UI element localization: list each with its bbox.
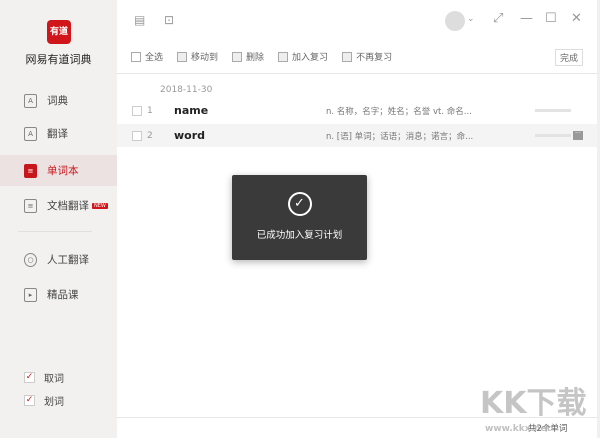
row-checkbox[interactable] <box>132 130 142 141</box>
action-label: 移动到 <box>191 53 219 63</box>
checkbox-checked-icon: ✓ <box>24 395 35 406</box>
sidebar-item-label: 精品课 <box>47 289 79 301</box>
sidebar-item-doc-translate[interactable]: ≡ 文档翻译 NEW <box>0 190 117 221</box>
checkbox-icon <box>131 51 141 62</box>
proficiency-bar <box>535 109 571 112</box>
screenshot-icon[interactable]: ⊡ <box>164 13 176 27</box>
definition: n. 名称，名字；姓名；名誉 vt. 命名... <box>326 106 472 117</box>
stop-review-button[interactable]: 不再复习 <box>342 50 392 63</box>
action-label: 删除 <box>246 53 265 63</box>
sidebar-item-label: 词典 <box>47 95 68 107</box>
delete-button[interactable]: 删除 <box>232 50 264 63</box>
folder-icon <box>177 51 188 62</box>
date-heading: 2018-11-30 <box>160 85 213 95</box>
app-name: 网易有道词典 <box>25 53 92 66</box>
row-checkbox[interactable] <box>132 105 142 116</box>
row-number: 2 <box>147 130 153 141</box>
dictionary-icon: A <box>24 93 37 108</box>
success-toast: ✓ 已成功加入复习计划 <box>232 175 367 260</box>
wordbook-icon: ≡ <box>24 163 37 178</box>
avatar[interactable] <box>445 11 465 31</box>
watermark-url: www.kkx.net <box>485 424 551 434</box>
document-icon: ≡ <box>24 198 37 213</box>
sidebar-item-label: 人工翻译 <box>47 254 89 266</box>
toast-message: 已成功加入复习计划 <box>256 230 343 241</box>
play-icon: ▸ <box>24 287 37 302</box>
select-word-toggle[interactable]: ✓ 划词 <box>24 393 64 408</box>
more-icon[interactable]: ··· <box>573 131 583 140</box>
checkbox-checked-icon: ✓ <box>24 372 35 383</box>
sidebar-item-human-translate[interactable]: ○ 人工翻译 <box>0 244 117 275</box>
check-circle-icon: ✓ <box>287 192 312 216</box>
move-to-button[interactable]: 移动到 <box>177 50 218 63</box>
action-label: 不再复习 <box>356 53 393 63</box>
table-row[interactable]: 1 name n. 名称，名字；姓名；名誉 vt. 命名... <box>117 99 597 122</box>
capture-word-toggle[interactable]: ✓ 取词 <box>24 370 64 385</box>
proficiency-bar <box>535 134 571 137</box>
close-button[interactable]: ✕ <box>571 11 582 26</box>
sidebar-item-wordbook[interactable]: ≡ 单词本 <box>0 155 117 186</box>
word: name <box>174 104 209 117</box>
action-label: 全选 <box>145 53 164 63</box>
sidebar-item-label: 单词本 <box>47 165 79 177</box>
checkbox-label: 取词 <box>44 374 64 385</box>
watermark: KK下载 <box>480 386 587 421</box>
maximize-button[interactable]: ☐ <box>545 11 557 26</box>
app-logo: 有道 <box>47 20 71 44</box>
sidebar-item-courses[interactable]: ▸ 精品课 <box>0 279 117 310</box>
done-button[interactable]: 完成 <box>555 49 584 66</box>
sidebar-item-label: 文档翻译 <box>47 200 89 212</box>
action-label: 加入复习 <box>292 53 329 63</box>
sidebar-item-translate[interactable]: A 翻译 <box>0 118 117 149</box>
select-all-button[interactable]: 全选 <box>131 50 163 63</box>
headset-icon: ○ <box>24 252 37 267</box>
divider <box>117 73 597 74</box>
sidebar-divider <box>18 231 92 232</box>
translate-icon: A <box>24 126 37 141</box>
sidebar: 有道 网易有道词典 A 词典 A 翻译 ≡ 单词本 ≡ 文档翻译 NEW ○ 人工翻译 ▸ 精… <box>0 0 117 438</box>
definition: n. [语] 单词；话语；消息；诺言；命... <box>326 131 474 142</box>
mini-mode-icon[interactable]: ⤢ <box>493 11 503 26</box>
minimize-button[interactable]: — <box>520 11 533 26</box>
new-badge: NEW <box>92 202 108 209</box>
sidebar-item-label: 翻译 <box>47 128 68 140</box>
account-dropdown-icon[interactable]: ⌄ <box>467 14 475 24</box>
checkbox-label: 划词 <box>44 397 64 408</box>
table-row[interactable]: 2 word n. [语] 单词；话语；消息；诺言；命... ··· <box>117 124 597 147</box>
row-number: 1 <box>147 105 153 116</box>
trash-icon <box>232 51 243 62</box>
action-bar: 全选 移动到 删除 加入复习 不再复习 <box>131 50 392 63</box>
add-review-button[interactable]: 加入复习 <box>278 50 328 63</box>
document-icon[interactable]: ▤ <box>134 13 146 27</box>
sidebar-item-dictionary[interactable]: A 词典 <box>0 85 117 116</box>
clipboard-x-icon <box>342 51 353 62</box>
clipboard-check-icon <box>278 51 289 62</box>
word: word <box>174 129 206 142</box>
